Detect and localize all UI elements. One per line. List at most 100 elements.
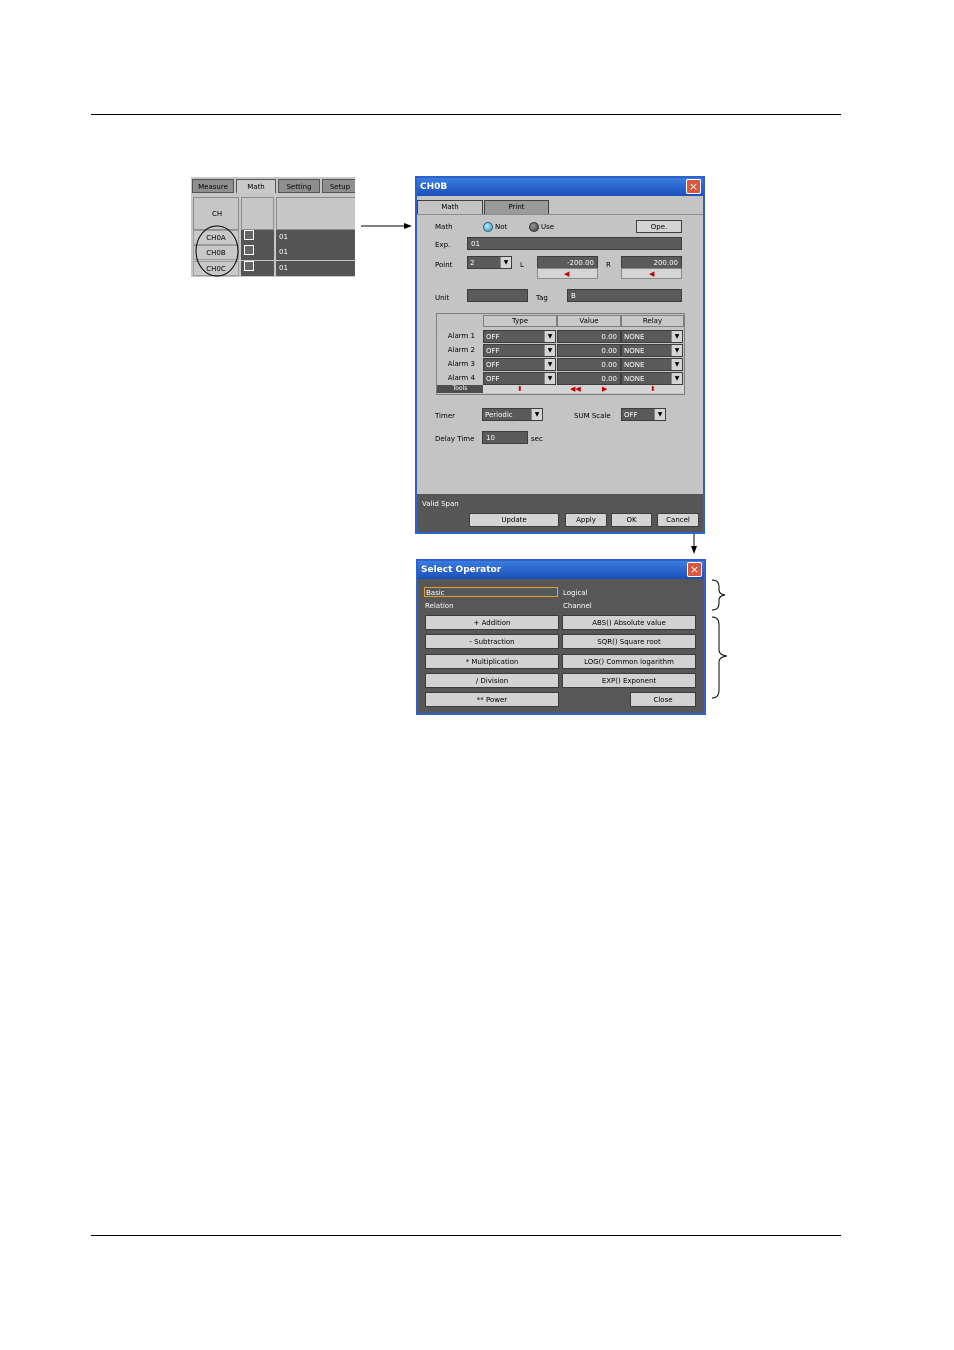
chevron-down-icon[interactable]: ▼ (654, 409, 665, 420)
chevron-down-icon[interactable]: ▼ (671, 345, 682, 356)
power-button[interactable]: ** Power (425, 692, 559, 707)
radio-not-icon[interactable] (483, 222, 493, 232)
log-button[interactable]: LOG() Common logarithm (562, 654, 696, 669)
alarm-relay-value: NONE (624, 333, 645, 341)
alarm-relay-value: NONE (624, 361, 645, 369)
tab-math[interactable]: Math (417, 200, 483, 215)
subtraction-button[interactable]: - Subtraction (425, 634, 559, 649)
update-button[interactable]: Update (469, 513, 559, 527)
tab-print[interactable]: Print (484, 200, 549, 215)
point-label: Point (435, 261, 453, 269)
alarm-type-select[interactable]: OFF ▼ (483, 372, 556, 385)
l-marker-icon[interactable]: ◀ (564, 270, 569, 278)
category-logical[interactable]: Logical (563, 589, 588, 597)
category-basic[interactable]: Basic (424, 587, 558, 597)
forward-icon[interactable]: ▶ (602, 385, 607, 393)
type-tool-icon[interactable]: ⬍ (517, 385, 523, 393)
alarm-relay-select[interactable]: NONE ▼ (621, 330, 683, 343)
alarm-value-input[interactable]: 0.00 (557, 344, 621, 357)
alarm-row-label: Alarm 2 (437, 344, 483, 357)
alarm-value-input[interactable]: 0.00 (557, 358, 621, 371)
close-icon[interactable]: × (686, 179, 701, 194)
rewind-icon[interactable]: ◀◀ (570, 385, 581, 393)
tag-input[interactable]: B (567, 289, 682, 302)
alarm-type-value: OFF (486, 375, 500, 383)
ope-button[interactable]: Ope. (636, 220, 682, 233)
alarm-relay-select[interactable]: NONE ▼ (621, 358, 683, 371)
close-icon[interactable]: × (687, 562, 702, 577)
math-option-not: Not (495, 223, 508, 231)
arrow-down-icon (691, 546, 697, 554)
chevron-down-icon[interactable]: ▼ (500, 257, 511, 268)
math-option-use: Use (541, 223, 555, 231)
sum-scale-label: SUM Scale (574, 412, 611, 420)
math-label: Math (435, 223, 453, 231)
alarm-type-select[interactable]: OFF ▼ (483, 330, 556, 343)
unit-input[interactable] (467, 289, 528, 302)
tab-divider (417, 214, 703, 215)
alarm-relay-value: NONE (624, 347, 645, 355)
tools-label: Tools (437, 385, 483, 393)
expr-input[interactable]: 01 (467, 237, 682, 250)
alarm-type-value: OFF (486, 361, 500, 369)
alarm-type-header: Type (483, 315, 557, 327)
alarm-row-label: Alarm 1 (437, 330, 483, 343)
chevron-down-icon[interactable]: ▼ (671, 359, 682, 370)
category-relation[interactable]: Relation (425, 602, 454, 610)
alarm-value-input[interactable]: 0.00 (557, 372, 621, 385)
radio-use-icon[interactable] (529, 222, 539, 232)
dialog-titlebar: CH0B (417, 178, 703, 196)
chevron-down-icon[interactable]: ▼ (544, 331, 555, 342)
alarm-type-select[interactable]: OFF ▼ (483, 358, 556, 371)
brace-categories-icon (711, 579, 726, 611)
value-tools[interactable] (557, 385, 621, 393)
chevron-down-icon[interactable]: ▼ (544, 345, 555, 356)
alarm-type-select[interactable]: OFF ▼ (483, 344, 556, 357)
alarm-row-label: Alarm 3 (437, 358, 483, 371)
exp-button[interactable]: EXP() Exponent (562, 673, 696, 688)
category-channel[interactable]: Channel (563, 602, 592, 610)
ok-button[interactable]: OK (611, 513, 652, 527)
relay-tool-icon[interactable]: ⬍ (650, 385, 656, 393)
chevron-down-icon[interactable]: ▼ (671, 373, 682, 384)
close-button[interactable]: Close (630, 692, 696, 707)
cancel-button[interactable]: Cancel (657, 513, 699, 527)
unit-label: Unit (435, 294, 450, 302)
dialog-title: CH0B (420, 182, 448, 192)
timer-label: Timer (435, 412, 456, 420)
r-label: R (606, 261, 611, 269)
ch-highlight-ellipse (195, 225, 239, 277)
chevron-down-icon[interactable]: ▼ (671, 331, 682, 342)
abs-button[interactable]: ABS() Absolute value (562, 615, 696, 630)
sqr-button[interactable]: SQR() Square root (562, 634, 696, 649)
alarm-relay-header: Relay (621, 315, 684, 327)
chevron-down-icon[interactable]: ▼ (544, 373, 555, 384)
bottom-rule (91, 1235, 841, 1236)
alarm-row-label: Alarm 4 (437, 372, 483, 385)
l-label: L (520, 261, 524, 269)
sum-scale-select[interactable]: OFF ▼ (621, 408, 666, 421)
brace-operators-icon (711, 616, 728, 699)
multiplication-button[interactable]: * Multiplication (425, 654, 559, 669)
chevron-down-icon[interactable]: ▼ (544, 359, 555, 370)
apply-button[interactable]: Apply (565, 513, 607, 527)
timer-select[interactable]: Periodic ▼ (482, 408, 543, 421)
tag-label: Tag (536, 294, 548, 302)
delay-label: Delay Time (435, 435, 475, 443)
addition-button[interactable]: + Addition (425, 615, 559, 630)
delay-input[interactable]: 10 (482, 431, 528, 444)
alarm-type-value: OFF (486, 333, 500, 341)
chevron-down-icon[interactable]: ▼ (531, 409, 542, 420)
dialog-title: Select Operator (421, 565, 502, 575)
alarm-relay-value: NONE (624, 375, 645, 383)
r-marker-icon[interactable]: ◀ (649, 270, 654, 278)
timer-value: Periodic (485, 411, 513, 419)
point-select[interactable]: 2 ▼ (467, 256, 512, 269)
alarm-value-input[interactable]: 0.00 (557, 330, 621, 343)
sum-scale-value: OFF (624, 411, 638, 419)
delay-unit: sec (531, 435, 543, 443)
division-button[interactable]: / Division (425, 673, 559, 688)
alarm-relay-select[interactable]: NONE ▼ (621, 344, 683, 357)
dialog-titlebar: Select Operator (418, 561, 704, 579)
alarm-relay-select[interactable]: NONE ▼ (621, 372, 683, 385)
